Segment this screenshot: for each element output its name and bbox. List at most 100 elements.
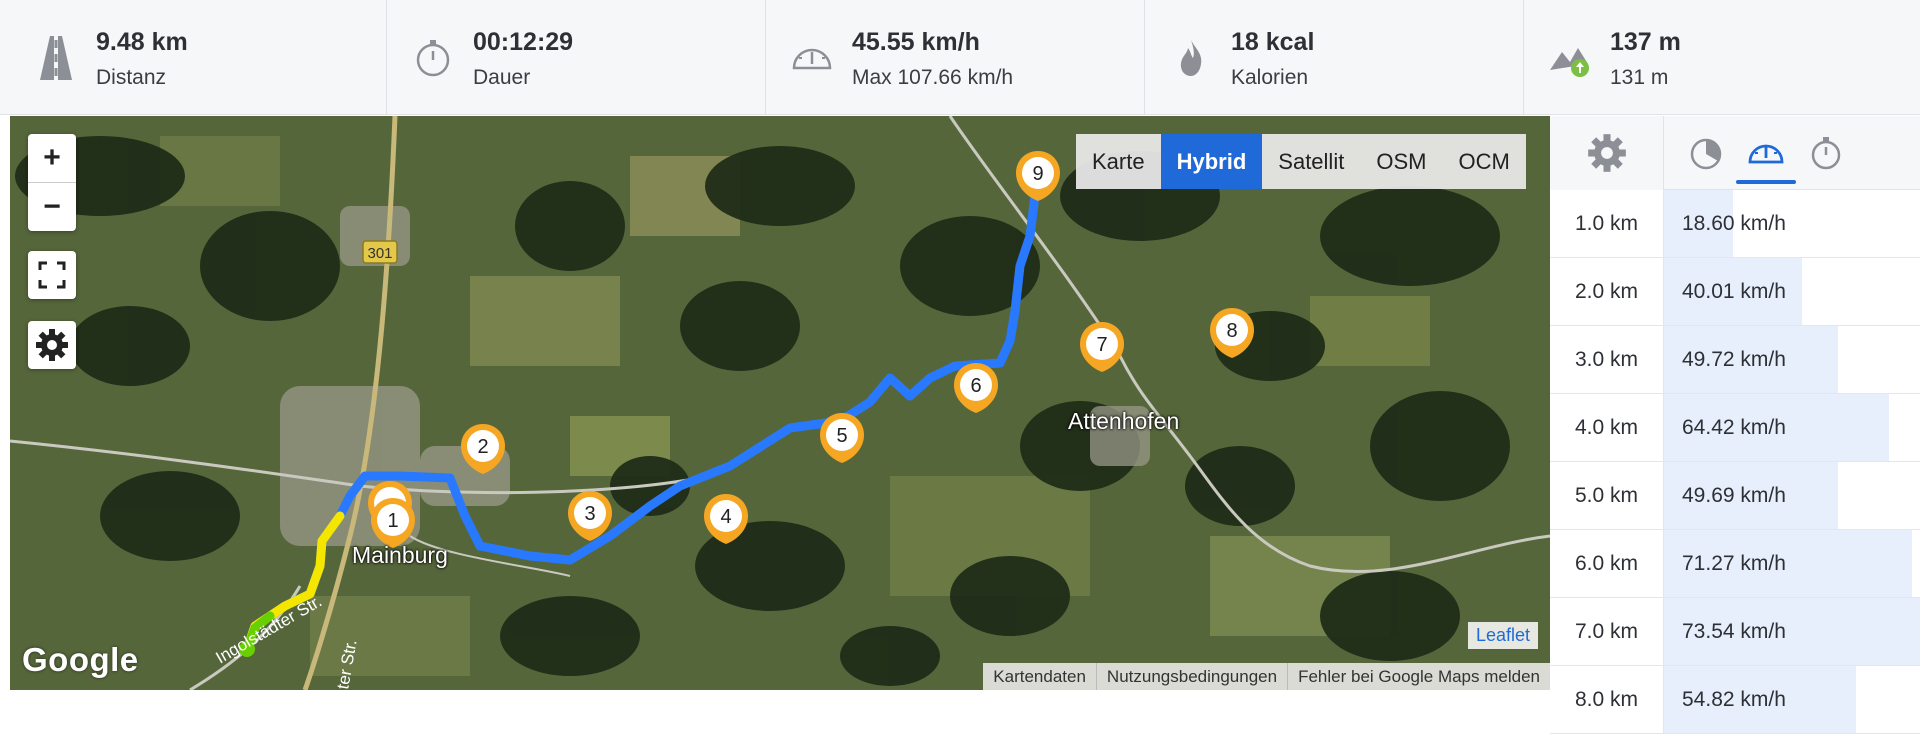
marker-8[interactable]: 8	[1210, 308, 1254, 358]
split-distance: 3.0 km	[1550, 326, 1664, 393]
split-speed-cell: 54.82 km/h	[1664, 666, 1920, 733]
marker-1[interactable]: 1	[371, 498, 415, 548]
split-speed: 73.54 km/h	[1682, 620, 1786, 643]
split-speed: 18.60 km/h	[1682, 212, 1786, 235]
splits-settings-button[interactable]	[1550, 116, 1664, 190]
split-speed-cell: 71.27 km/h	[1664, 530, 1920, 597]
stopwatch-icon	[1811, 137, 1841, 170]
split-distance: 5.0 km	[1550, 462, 1664, 529]
tab-pace[interactable]	[1676, 116, 1736, 190]
split-speed: 64.42 km/h	[1682, 416, 1786, 439]
stat-distance: 9.48 km Distanz	[10, 0, 387, 115]
split-row[interactable]: 3.0 km 49.72 km/h	[1550, 326, 1920, 394]
layer-ocm[interactable]: OCM	[1442, 134, 1525, 189]
google-logo: Google	[22, 641, 139, 678]
layer-osm[interactable]: OSM	[1360, 134, 1442, 189]
route-markers: 9 1 2 3 4 5 6 7 8	[368, 151, 1254, 548]
marker-7[interactable]: 7	[1080, 322, 1124, 372]
leaflet-link[interactable]: Leaflet	[1468, 622, 1539, 649]
marker-9[interactable]: 9	[1016, 151, 1060, 201]
duration-label: Dauer	[473, 66, 531, 89]
zoom-in-button[interactable]: +	[28, 135, 76, 183]
svg-text:1: 1	[387, 510, 398, 532]
max-speed-label: Max 107.66 km/h	[852, 66, 1014, 89]
split-speed: 54.82 km/h	[1682, 688, 1786, 711]
zoom-control: + −	[28, 134, 76, 231]
fullscreen-button[interactable]	[28, 251, 76, 299]
split-speed: 49.72 km/h	[1682, 348, 1786, 371]
duration-value: 00:12:29	[473, 28, 574, 56]
map-layer-switcher: Karte Hybrid Satellit OSM OCM	[1076, 134, 1526, 189]
town-label-attenhofen: Attenhofen	[1068, 408, 1180, 434]
svg-text:8: 8	[1226, 320, 1237, 342]
stopwatch-icon	[416, 40, 450, 77]
svg-text:5: 5	[836, 425, 847, 447]
marker-3[interactable]: 3	[568, 491, 612, 541]
split-row[interactable]: 4.0 km 64.42 km/h	[1550, 394, 1920, 462]
pace-icon	[1690, 138, 1722, 170]
tab-speed[interactable]	[1736, 116, 1796, 190]
stat-speed: 45.55 km/h Max 107.66 km/h	[766, 0, 1145, 115]
layer-hybrid[interactable]: Hybrid	[1160, 134, 1263, 189]
calories-label: Kalorien	[1231, 66, 1309, 89]
attribution-terms[interactable]: Nutzungsbedingungen	[1095, 663, 1287, 690]
map-attribution: Kartendaten Nutzungsbedingungen Fehler b…	[983, 663, 1550, 690]
layer-karte[interactable]: Karte	[1076, 134, 1161, 189]
split-row[interactable]: 6.0 km 71.27 km/h	[1550, 530, 1920, 598]
marker-5[interactable]: 5	[820, 413, 864, 463]
split-row[interactable]: 1.0 km 18.60 km/h	[1550, 190, 1920, 258]
marker-6[interactable]: 6	[954, 363, 998, 413]
attribution-report[interactable]: Fehler bei Google Maps melden	[1287, 663, 1550, 690]
split-row[interactable]: 8.0 km 54.82 km/h	[1550, 666, 1920, 734]
split-distance: 2.0 km	[1550, 258, 1664, 325]
marker-2[interactable]: 2	[461, 424, 505, 474]
distance-value: 9.48 km	[96, 28, 188, 56]
marker-4[interactable]: 4	[704, 494, 748, 544]
split-speed-cell: 73.54 km/h	[1664, 598, 1920, 665]
route-map[interactable]: 301 Ingolstädter Str. ter Str. 9 1 2 3 4…	[10, 116, 1550, 690]
split-speed-cell: 49.69 km/h	[1664, 462, 1920, 529]
map-settings-button[interactable]	[28, 321, 76, 369]
speed-value: 45.55 km/h	[852, 28, 980, 56]
split-speed: 49.69 km/h	[1682, 484, 1786, 507]
split-speed-cell: 18.60 km/h	[1664, 190, 1920, 257]
split-distance: 8.0 km	[1550, 666, 1664, 733]
split-speed-cell: 64.42 km/h	[1664, 394, 1920, 461]
svg-text:7: 7	[1096, 334, 1107, 356]
split-speed-cell: 49.72 km/h	[1664, 326, 1920, 393]
splits-header	[1550, 116, 1920, 190]
split-distance: 7.0 km	[1550, 598, 1664, 665]
svg-text:2: 2	[477, 436, 488, 458]
speedometer-icon	[792, 48, 832, 70]
stats-bar: 9.48 km Distanz 00:12:29 Dauer 45.55 km/…	[0, 0, 1920, 115]
split-speed-cell: 40.01 km/h	[1664, 258, 1920, 325]
split-row[interactable]: 2.0 km 40.01 km/h	[1550, 258, 1920, 326]
split-speed: 71.27 km/h	[1682, 552, 1786, 575]
elevation-gain-value: 137 m	[1610, 28, 1681, 56]
stat-elevation: 137 m 131 m	[1524, 0, 1920, 115]
split-distance: 6.0 km	[1550, 530, 1664, 597]
distance-label: Distanz	[96, 66, 167, 89]
elevation-loss-label: 131 m	[1610, 66, 1669, 89]
split-distance: 4.0 km	[1550, 394, 1664, 461]
town-label-mainburg: Mainburg	[352, 542, 448, 568]
elevation-icon	[1550, 48, 1589, 77]
flame-icon	[1180, 40, 1202, 76]
svg-text:6: 6	[970, 375, 981, 397]
zoom-out-button[interactable]: −	[28, 183, 76, 231]
split-row[interactable]: 5.0 km 49.69 km/h	[1550, 462, 1920, 530]
stat-duration: 00:12:29 Dauer	[387, 0, 766, 115]
gear-icon	[36, 329, 68, 361]
splits-list: 1.0 km 18.60 km/h 2.0 km 40.01 km/h 3.0 km 49…	[1550, 190, 1920, 734]
layer-satellit[interactable]: Satellit	[1262, 134, 1360, 189]
split-row[interactable]: 7.0 km 73.54 km/h	[1550, 598, 1920, 666]
splits-tabs	[1664, 116, 1920, 189]
road-icon	[40, 36, 72, 80]
svg-text:9: 9	[1032, 163, 1043, 185]
tab-time[interactable]	[1796, 116, 1856, 190]
attribution-kartendaten[interactable]: Kartendaten	[983, 663, 1096, 690]
split-speed: 40.01 km/h	[1682, 280, 1786, 303]
fullscreen-icon	[38, 261, 66, 289]
splits-panel: 1.0 km 18.60 km/h 2.0 km 40.01 km/h 3.0 km 49…	[1550, 116, 1920, 734]
stat-calories: 18 kcal Kalorien	[1145, 0, 1524, 115]
